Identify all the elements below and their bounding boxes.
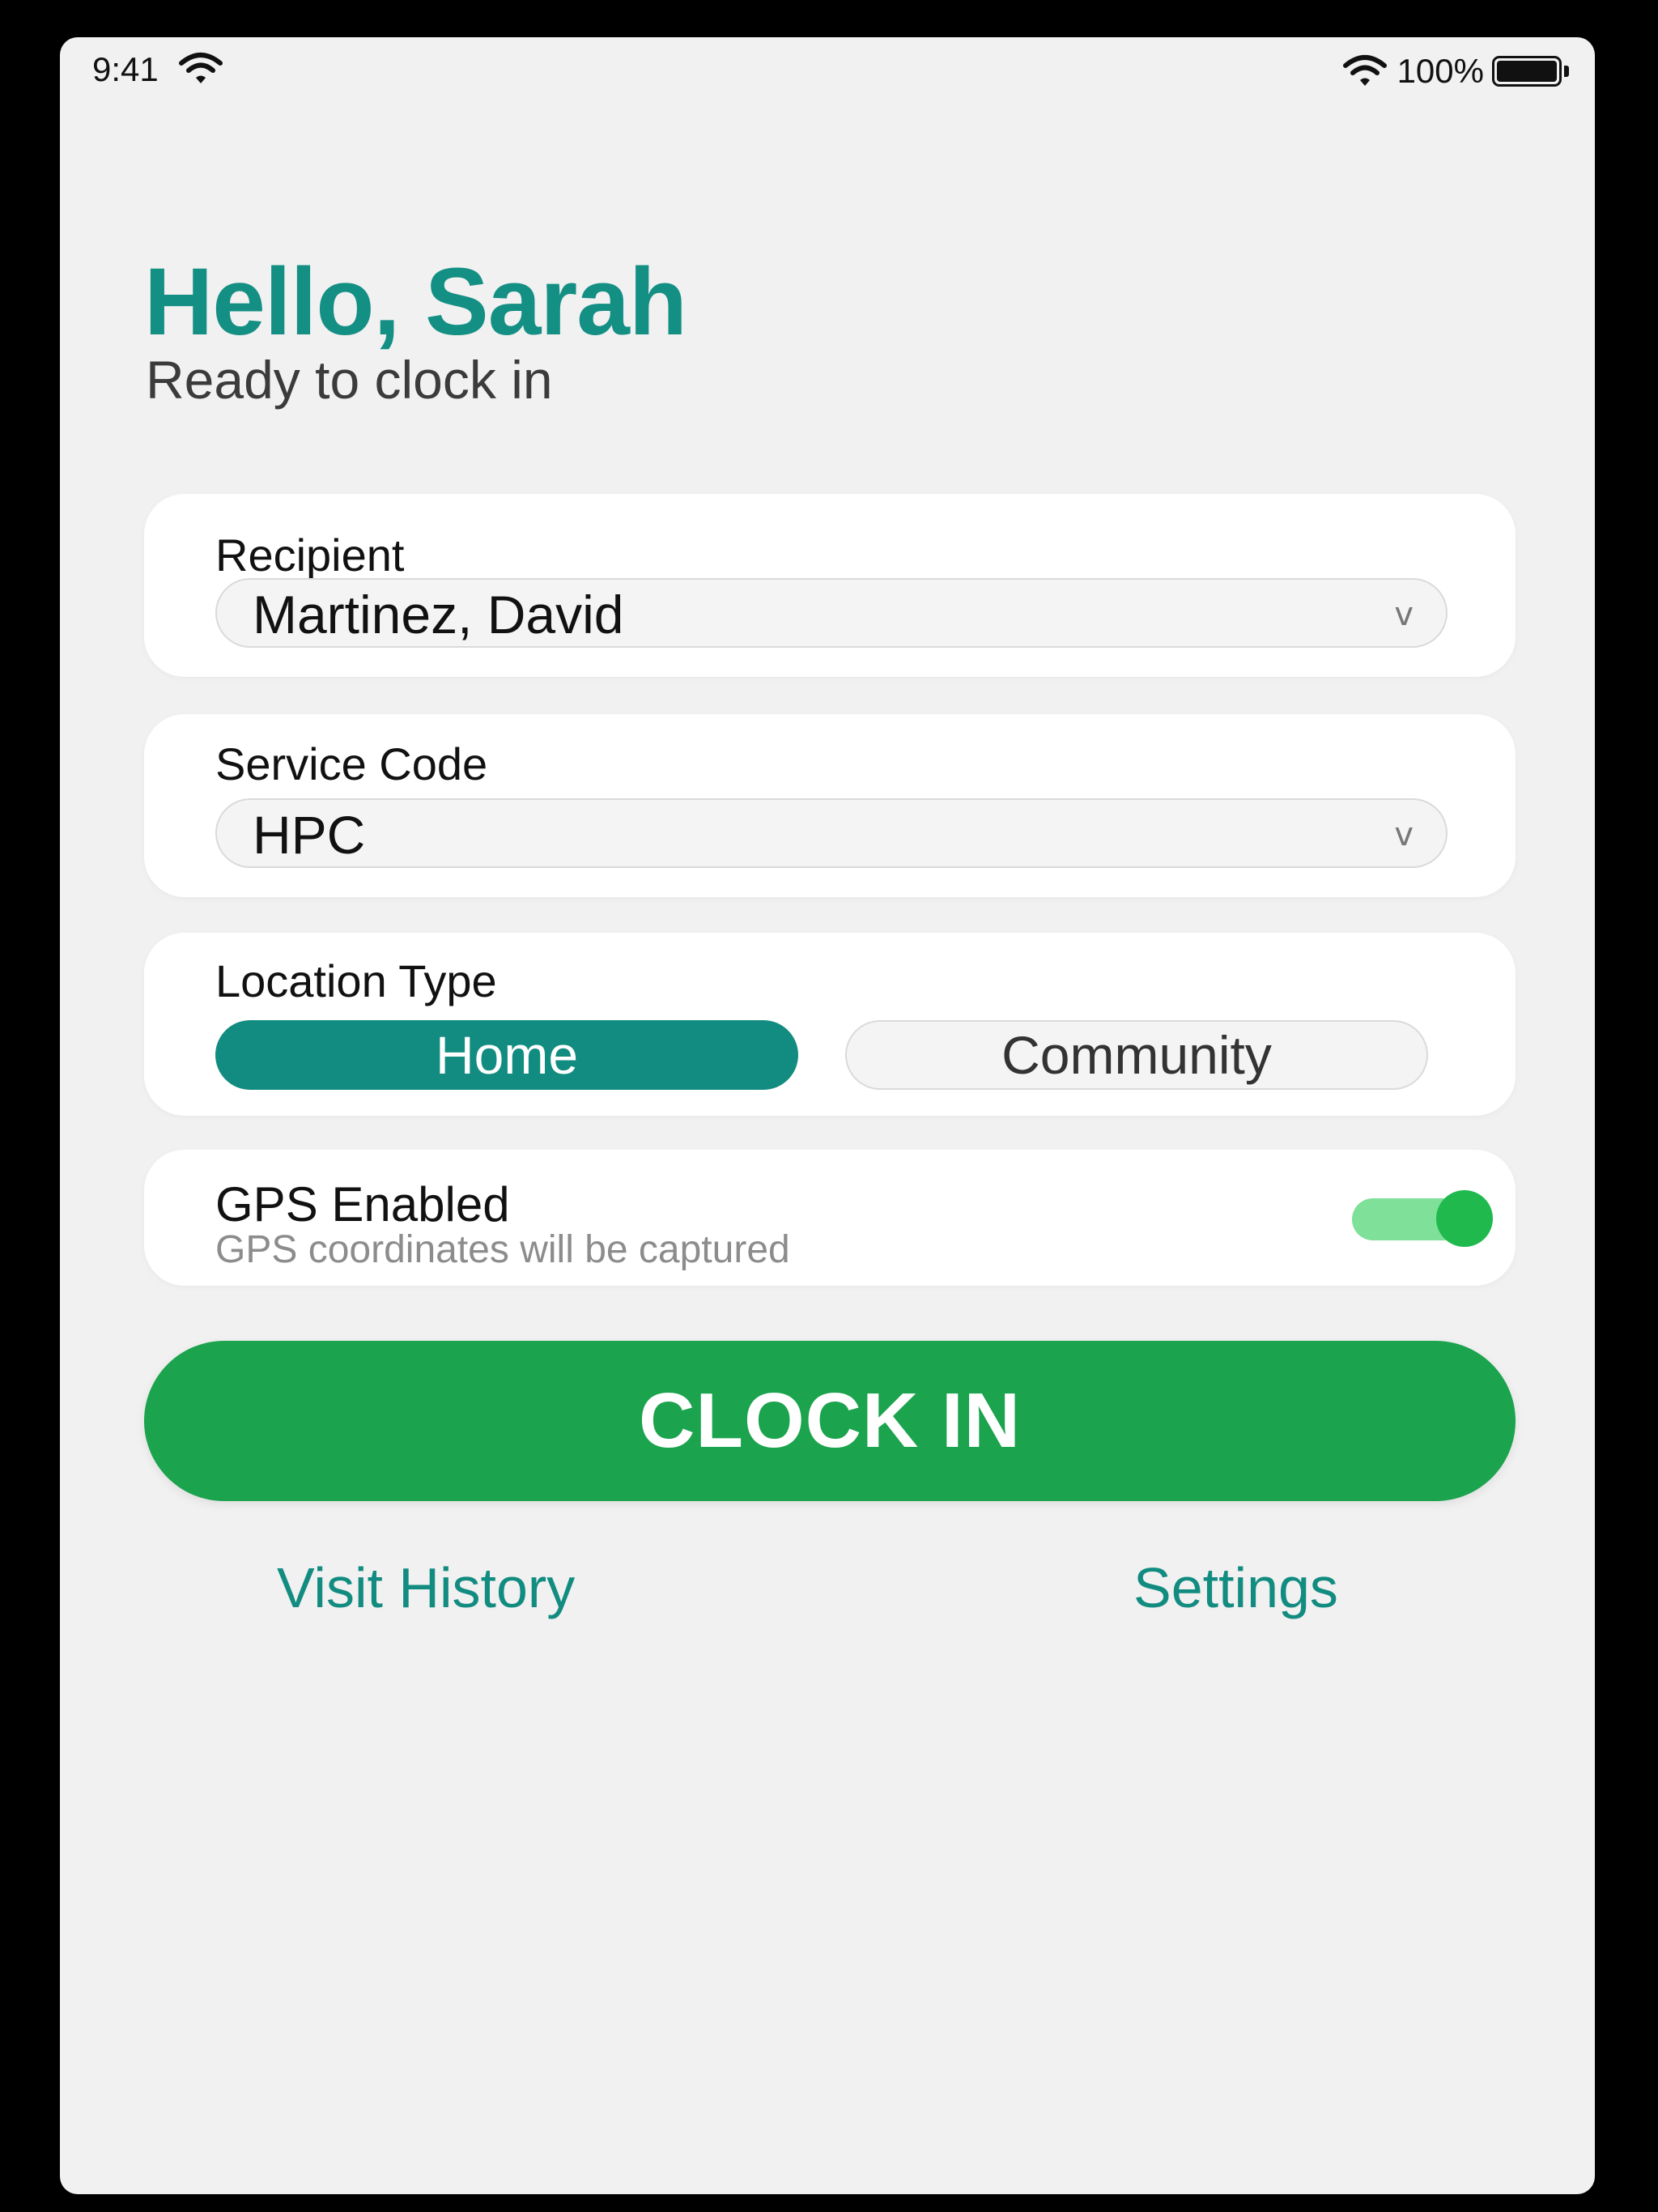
- gps-toggle-knob: [1436, 1190, 1493, 1247]
- gps-card: GPS Enabled GPS coordinates will be capt…: [144, 1150, 1516, 1286]
- location-option-community[interactable]: Community: [845, 1020, 1428, 1090]
- greeting-subtitle: Ready to clock in: [146, 350, 553, 410]
- location-type-label: Location Type: [215, 955, 497, 1006]
- service-code-label: Service Code: [215, 738, 488, 789]
- battery-cap: [1564, 66, 1569, 77]
- chevron-down-icon: v: [1394, 596, 1414, 633]
- status-time: 9:41: [92, 50, 159, 88]
- device-frame: 9:41 100% Hello, Sarah Ready to clock in…: [0, 0, 1658, 2212]
- battery-percent: 100%: [1397, 52, 1484, 90]
- location-option-home[interactable]: Home: [215, 1020, 798, 1090]
- gps-toggle[interactable]: [1352, 1190, 1496, 1247]
- location-type-card: Location Type Home Community: [144, 933, 1516, 1116]
- chevron-down-icon: v: [1394, 816, 1414, 853]
- clock-in-button[interactable]: CLOCK IN: [144, 1341, 1516, 1501]
- battery-level-fill: [1497, 61, 1557, 82]
- service-code-select[interactable]: HPC v: [215, 798, 1448, 868]
- service-code-value: HPC: [253, 805, 366, 865]
- wifi-icon: [1342, 55, 1387, 86]
- wifi-icon: [179, 53, 223, 83]
- greeting-title: Hello, Sarah: [144, 249, 687, 355]
- recipient-card: Recipient Martinez, David v: [144, 494, 1516, 677]
- status-right-group: 100%: [1342, 49, 1569, 94]
- gps-title: GPS Enabled: [215, 1177, 510, 1231]
- gps-description: GPS coordinates will be captured: [215, 1228, 790, 1271]
- status-bar: 9:41 100%: [60, 37, 1595, 102]
- recipient-select[interactable]: Martinez, David v: [215, 578, 1448, 648]
- settings-link[interactable]: Settings: [1133, 1559, 1338, 1616]
- battery-icon: [1492, 56, 1562, 87]
- recipient-value: Martinez, David: [253, 585, 624, 644]
- service-code-card: Service Code HPC v: [144, 714, 1516, 897]
- app-screen: 9:41 100% Hello, Sarah Ready to clock in…: [60, 37, 1595, 2194]
- visit-history-link[interactable]: Visit History: [277, 1559, 575, 1616]
- recipient-label: Recipient: [215, 530, 405, 581]
